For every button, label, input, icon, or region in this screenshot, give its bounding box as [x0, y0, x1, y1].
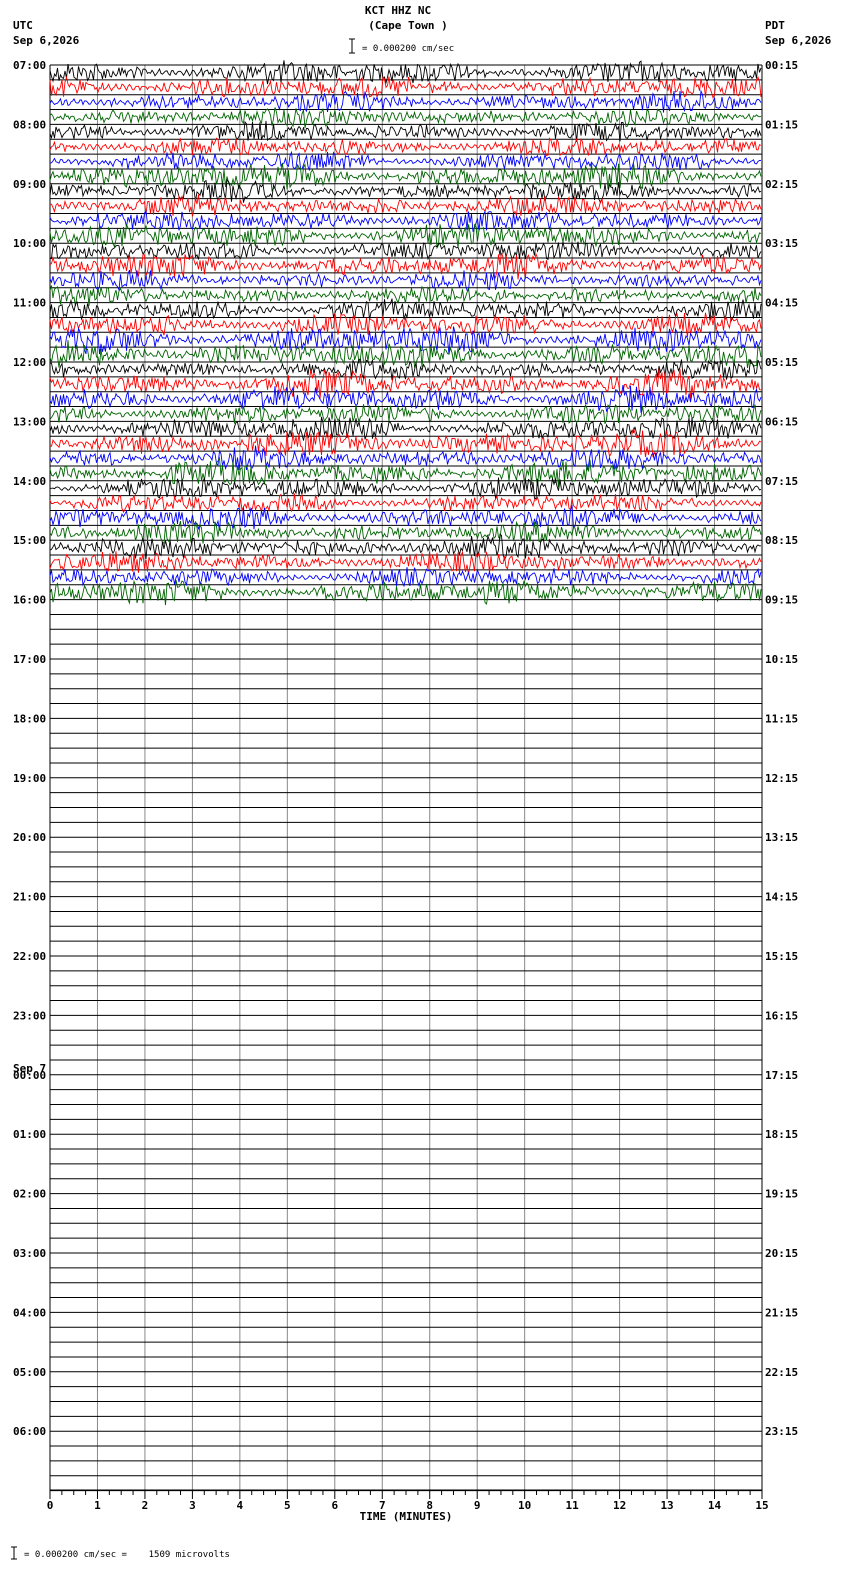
seismic-trace [49, 505, 762, 531]
seismic-trace [49, 223, 762, 250]
utc-hour-label: 22:00 [13, 950, 46, 963]
seismic-trace [49, 445, 762, 471]
pdt-hour-label: 19:15 [765, 1188, 798, 1201]
x-tick-label: 12 [613, 1499, 626, 1512]
utc-hour-label: 01:00 [13, 1128, 46, 1141]
utc-hour-label: 03:00 [13, 1247, 46, 1260]
pdt-hour-label: 10:15 [765, 653, 798, 666]
pdt-hour-label: 03:15 [765, 237, 798, 250]
utc-hour-label: 14:00 [13, 475, 46, 488]
utc-hour-label: 04:00 [13, 1306, 46, 1319]
x-tick-label: 10 [518, 1499, 531, 1512]
pdt-hour-label: 00:15 [765, 59, 798, 72]
utc-hour-label: 13:00 [13, 415, 46, 428]
seismic-trace [49, 533, 762, 562]
x-axis-label: TIME (MINUTES) [360, 1510, 453, 1523]
pdt-hour-label: 09:15 [765, 594, 798, 607]
seismic-trace [49, 107, 762, 129]
utc-hour-label: 12:00 [13, 356, 46, 369]
seismic-trace [49, 403, 762, 424]
utc-hour-label: 16:00 [13, 594, 46, 607]
utc-hour-label: 23:00 [13, 1009, 46, 1022]
utc-hour-label: 06:00 [13, 1425, 46, 1438]
utc-hour-label: 18:00 [13, 712, 46, 725]
utc-hour-label: 15:00 [13, 534, 46, 547]
x-tick-label: 5 [284, 1499, 291, 1512]
utc-hour-label: 21:00 [13, 891, 46, 904]
x-tick-label: 11 [566, 1499, 580, 1512]
pdt-hour-label: 01:15 [765, 118, 798, 131]
utc-hour-label: 11:00 [13, 297, 46, 310]
x-tick-label: 13 [660, 1499, 673, 1512]
pdt-hour-label: 02:15 [765, 178, 798, 191]
x-tick-label: 4 [237, 1499, 244, 1512]
utc-hour-label: 19:00 [13, 772, 46, 785]
utc-hour-label: 08:00 [13, 118, 46, 131]
x-tick-label: 9 [474, 1499, 481, 1512]
utc-hour-label: 20:00 [13, 831, 46, 844]
utc-hour-label: 00:00 [13, 1069, 46, 1082]
pdt-hour-label: 18:15 [765, 1128, 798, 1141]
pdt-hour-label: 21:15 [765, 1306, 798, 1319]
x-tick-label: 6 [331, 1499, 338, 1512]
pdt-hour-label: 16:15 [765, 1009, 798, 1022]
x-tick-label: 3 [189, 1499, 196, 1512]
pdt-hour-label: 15:15 [765, 950, 798, 963]
pdt-hour-label: 17:15 [765, 1069, 798, 1082]
seismic-trace [49, 326, 762, 355]
utc-hour-label: 17:00 [13, 653, 46, 666]
utc-hour-label: 05:00 [13, 1366, 46, 1379]
seismic-trace [49, 60, 762, 85]
seismogram-chart: 07:00 00:15 08:00 01:15 09:00 02:15 10:00 03:15… [11, 38, 798, 1560]
pdt-hour-label: 22:15 [765, 1366, 798, 1379]
seismic-trace [49, 493, 762, 514]
x-tick-label: 14 [708, 1499, 722, 1512]
pdt-hour-label: 14:15 [765, 891, 798, 904]
pdt-hour-label: 13:15 [765, 831, 798, 844]
pdt-hour-label: 06:15 [765, 415, 798, 428]
pdt-hour-label: 11:15 [765, 712, 798, 725]
x-tick-label: 0 [47, 1499, 54, 1512]
pdt-hour-label: 07:15 [765, 475, 798, 488]
pdt-hour-label: 04:15 [765, 297, 798, 310]
x-tick-label: 15 [755, 1499, 768, 1512]
seismic-trace [49, 579, 762, 606]
seismic-trace [49, 241, 762, 261]
x-tick-label: 2 [142, 1499, 149, 1512]
utc-hour-label: 02:00 [13, 1188, 46, 1201]
pdt-hour-label: 20:15 [765, 1247, 798, 1260]
pdt-hour-label: 23:15 [765, 1425, 798, 1438]
seismic-trace [49, 150, 762, 171]
utc-hour-label: 07:00 [13, 59, 46, 72]
pdt-hour-label: 12:15 [765, 772, 798, 785]
seismic-trace [49, 137, 762, 157]
pdt-hour-label: 05:15 [765, 356, 798, 369]
pdt-hour-label: 08:15 [765, 534, 798, 547]
seismic-trace [49, 416, 762, 441]
utc-hour-label: 09:00 [13, 178, 46, 191]
x-tick-label: 1 [94, 1499, 101, 1512]
utc-hour-label: 10:00 [13, 237, 46, 250]
